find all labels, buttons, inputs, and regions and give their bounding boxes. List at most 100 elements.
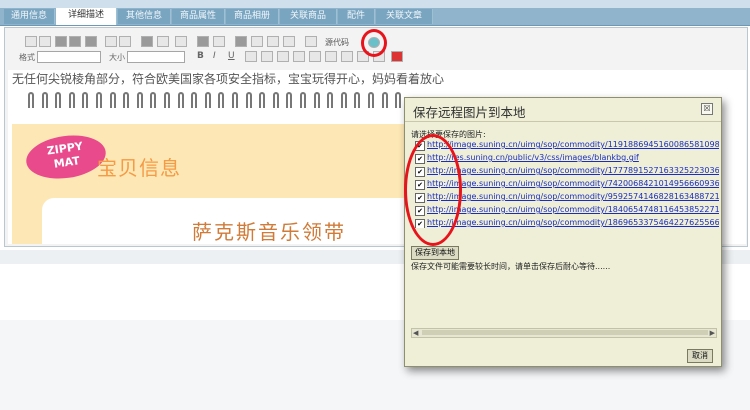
redo-icon[interactable] bbox=[119, 36, 131, 47]
tab-general[interactable]: 通用信息 bbox=[4, 9, 55, 24]
image-url-link[interactable]: http://image.suning.cn/uimg/sop/commodit… bbox=[427, 218, 719, 227]
tab-related-articles[interactable]: 关联文章 bbox=[376, 9, 433, 24]
tab-gallery[interactable]: 商品相册 bbox=[226, 9, 279, 24]
text-color-icon[interactable] bbox=[391, 51, 403, 62]
image-url-link[interactable]: http://image.suning.cn/uimg/sop/commodit… bbox=[427, 205, 719, 214]
size-label: 大小 bbox=[109, 53, 125, 62]
ring-decoration bbox=[259, 92, 266, 108]
close-icon[interactable]: ☒ bbox=[701, 103, 713, 115]
strike-icon[interactable] bbox=[245, 51, 257, 62]
notebook-rings bbox=[28, 92, 408, 114]
list-item: ✔ http://image.suning.cn/uimg/sop/commodi… bbox=[413, 140, 719, 152]
copy-icon[interactable] bbox=[39, 36, 51, 47]
replace-icon[interactable] bbox=[157, 36, 169, 47]
ring-decoration bbox=[286, 92, 293, 108]
scroll-left-icon[interactable]: ◀ bbox=[413, 329, 418, 337]
ring-decoration bbox=[340, 92, 347, 108]
list-item: ✔ http://image.suning.cn/uimg/sop/commodi… bbox=[413, 218, 719, 228]
tab-related-goods[interactable]: 关联商品 bbox=[280, 9, 337, 24]
ring-decoration bbox=[136, 92, 143, 108]
save-to-local-button[interactable]: 保存到本地 bbox=[411, 246, 459, 260]
paste-text-icon[interactable] bbox=[69, 36, 81, 47]
ring-decoration bbox=[55, 92, 62, 108]
format-select[interactable] bbox=[37, 51, 101, 63]
ring-decoration bbox=[109, 92, 116, 108]
dialog-divider bbox=[405, 121, 721, 122]
image-url-link[interactable]: http://image.suning.cn/uimg/sop/commodit… bbox=[427, 166, 719, 175]
scrollbar-thumb[interactable] bbox=[422, 330, 708, 335]
ring-decoration bbox=[82, 92, 89, 108]
dialog-note: 保存文件可能需要较长时间，请单击保存后耐心等待...... bbox=[411, 262, 611, 271]
ring-decoration bbox=[327, 92, 334, 108]
brand-logo: ZIPPY MAT bbox=[23, 130, 109, 184]
ring-decoration bbox=[395, 92, 402, 108]
ring-decoration bbox=[313, 92, 320, 108]
source-icon[interactable] bbox=[305, 36, 317, 47]
unordered-list-icon[interactable] bbox=[277, 51, 289, 62]
underline-button[interactable]: U bbox=[228, 51, 235, 61]
image-url-link[interactable]: http://res.suning.cn/public/v3/css/image… bbox=[427, 153, 639, 162]
flash-icon[interactable] bbox=[251, 36, 263, 47]
product-banner: ZIPPY MAT 宝贝信息 萨克斯音乐领带 bbox=[12, 124, 422, 244]
ordered-list-icon[interactable] bbox=[261, 51, 273, 62]
find-icon[interactable] bbox=[141, 36, 153, 47]
image-url-link[interactable]: http://image.suning.cn/uimg/sop/commodit… bbox=[427, 179, 719, 188]
link-icon[interactable] bbox=[197, 36, 209, 47]
align-center-icon[interactable] bbox=[341, 51, 353, 62]
quote-icon[interactable] bbox=[309, 51, 321, 62]
ring-decoration bbox=[164, 92, 170, 108]
ring-decoration bbox=[272, 92, 279, 108]
horizontal-scrollbar[interactable]: ◀ ▶ bbox=[411, 328, 717, 338]
tab-bar: 通用信息 详细描述 其他信息 商品属性 商品相册 关联商品 配件 关联文章 bbox=[0, 8, 750, 26]
image-url-link[interactable]: http://image.suning.cn/uimg/sop/commodit… bbox=[427, 140, 719, 149]
unlink-icon[interactable] bbox=[213, 36, 225, 47]
image-icon[interactable] bbox=[235, 36, 247, 47]
toolbar-highlight-circle bbox=[361, 29, 387, 57]
logo-text-2: MAT bbox=[52, 154, 81, 171]
cancel-button[interactable]: 取消 bbox=[687, 349, 713, 363]
table-icon[interactable] bbox=[267, 36, 279, 47]
tab-other[interactable]: 其他信息 bbox=[118, 9, 171, 24]
ring-decoration bbox=[41, 92, 48, 108]
paste-word-icon[interactable] bbox=[85, 36, 97, 47]
product-name: 萨克斯音乐领带 bbox=[192, 220, 346, 244]
dialog-title: 保存远程图片到本地 bbox=[413, 105, 526, 120]
paste-icon[interactable] bbox=[55, 36, 67, 47]
product-name-box: 萨克斯音乐领带 bbox=[42, 198, 422, 244]
size-select[interactable] bbox=[127, 51, 185, 63]
ring-decoration bbox=[232, 92, 238, 108]
tab-description[interactable]: 详细描述 bbox=[56, 8, 117, 25]
format-label: 格式 bbox=[19, 53, 35, 62]
ring-decoration bbox=[177, 92, 184, 108]
ring-decoration bbox=[245, 92, 252, 108]
ring-decoration bbox=[150, 92, 157, 108]
tab-accessories[interactable]: 配件 bbox=[338, 9, 375, 24]
cut-icon[interactable] bbox=[25, 36, 37, 47]
scroll-right-icon[interactable]: ▶ bbox=[710, 329, 715, 337]
bold-button[interactable]: B bbox=[197, 51, 204, 61]
ring-decoration bbox=[381, 92, 388, 108]
undo-icon[interactable] bbox=[105, 36, 117, 47]
italic-button[interactable]: I bbox=[213, 51, 216, 61]
banner-title: 宝贝信息 bbox=[97, 156, 181, 180]
indent-icon[interactable] bbox=[293, 51, 305, 62]
source-label[interactable]: 源代码 bbox=[325, 37, 349, 48]
align-left-icon[interactable] bbox=[325, 51, 337, 62]
ring-decoration bbox=[300, 92, 306, 108]
ring-decoration bbox=[354, 92, 361, 108]
ring-decoration bbox=[96, 92, 102, 108]
tab-attributes[interactable]: 商品属性 bbox=[172, 9, 225, 24]
image-url-link[interactable]: http://image.suning.cn/uimg/sop/commodit… bbox=[427, 192, 719, 201]
remove-format-icon[interactable] bbox=[175, 36, 187, 47]
top-strip bbox=[0, 0, 750, 8]
hr-icon[interactable] bbox=[283, 36, 295, 47]
ring-decoration bbox=[123, 92, 130, 108]
ring-decoration bbox=[28, 92, 34, 108]
description-line: 无任何尖锐棱角部分，符合欧美国家各项安全指标，宝宝玩得开心，妈妈看着放心 bbox=[12, 72, 445, 86]
ring-decoration bbox=[191, 92, 198, 108]
list-item: ✔ http://res.suning.cn/public/v3/css/imag… bbox=[413, 153, 719, 165]
checkbox-highlight-circle bbox=[404, 134, 462, 246]
ring-decoration bbox=[368, 92, 374, 108]
ring-decoration bbox=[68, 92, 75, 108]
ring-decoration bbox=[218, 92, 225, 108]
